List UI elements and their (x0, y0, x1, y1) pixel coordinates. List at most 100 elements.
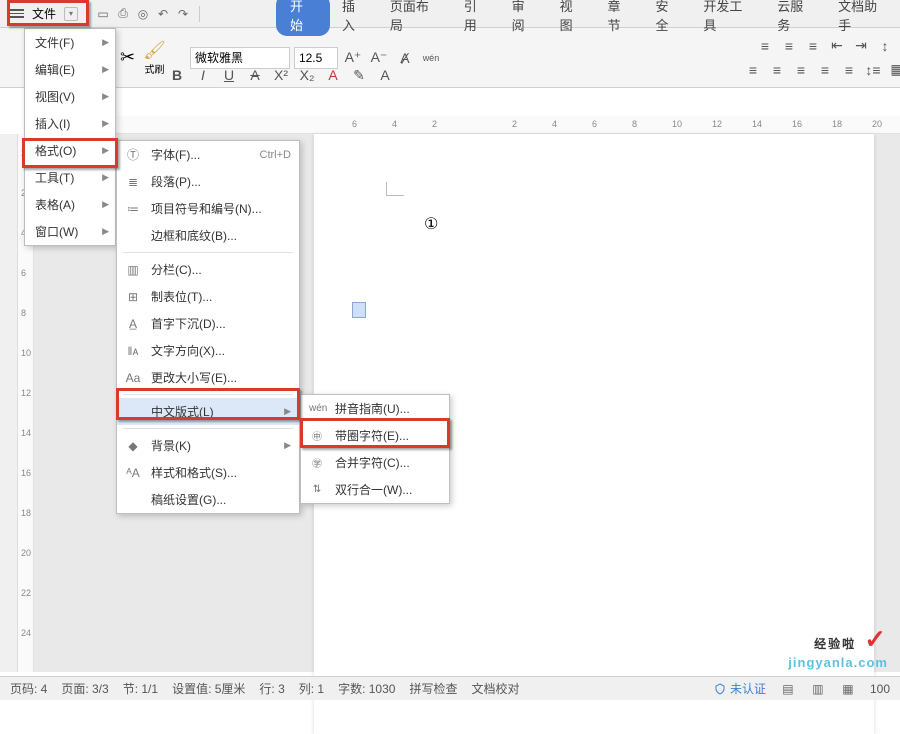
tab-view[interactable]: 视图 (550, 0, 596, 38)
format-menu-item[interactable]: Aa更改大小写(E)... (117, 364, 299, 391)
tab-security[interactable]: 安全 (645, 0, 691, 38)
tab-references[interactable]: 引用 (454, 0, 500, 38)
undo-icon[interactable]: ↶ (155, 6, 171, 22)
format-menu-item[interactable]: Ⓣ字体(F)...Ctrl+D (117, 141, 299, 168)
file-menu-item[interactable]: 表格(A)▶ (25, 191, 115, 218)
status-col[interactable]: 列: 1 (299, 680, 324, 697)
tab-section[interactable]: 章节 (598, 0, 644, 38)
chinese-layout-menu-item[interactable]: wén拼音指南(U)... (301, 395, 449, 422)
ruler-tick: 12 (712, 119, 722, 129)
format-menu-item[interactable]: ◆背景(K)▶ (117, 432, 299, 459)
chinese-layout-menu-item[interactable]: ⇅双行合一(W)... (301, 476, 449, 503)
subscript-icon[interactable]: X₂ (296, 64, 318, 86)
format-menu-item[interactable]: ⊞制表位(T)... (117, 283, 299, 310)
status-words[interactable]: 字数: 1030 (338, 680, 395, 697)
print-icon[interactable]: ⎙ (115, 6, 131, 22)
chinese-layout-submenu: wén拼音指南(U)...㊥带圈字符(E)...㊫合并字符(C)...⇅双行合一… (300, 394, 450, 504)
strike-icon[interactable]: A (244, 64, 266, 86)
align-right-icon[interactable]: ≡ (790, 59, 812, 81)
zoom-control[interactable]: 100 (870, 682, 890, 696)
format-menu-item[interactable]: A̲首字下沉(D)... (117, 310, 299, 337)
shading-icon[interactable]: ▦ (886, 59, 900, 81)
view-mode-web-icon[interactable]: ▦ (840, 681, 856, 697)
phonetic-icon[interactable]: wén (420, 47, 442, 69)
tab-start[interactable]: 开始 (276, 0, 330, 36)
ruler-tick: 12 (21, 388, 31, 398)
app-menu-icon[interactable] (8, 6, 24, 22)
ruler-tick: 4 (392, 119, 397, 129)
font-color-icon[interactable]: A (322, 64, 344, 86)
ruler-tick: 4 (552, 119, 557, 129)
tab-devtools[interactable]: 开发工具 (693, 0, 765, 38)
format-painter-label[interactable]: 式刷 (143, 61, 166, 76)
format-menu-item[interactable]: 中文版式(L)▶ (117, 398, 299, 425)
align-center-icon[interactable]: ≡ (766, 59, 788, 81)
file-menu-label[interactable]: 文件 (32, 5, 56, 22)
file-menu-item[interactable]: 视图(V)▶ (25, 83, 115, 110)
distribute-icon[interactable]: ≡ (838, 59, 860, 81)
status-bar: 页码: 4 页面: 3/3 节: 1/1 设置值: 5厘米 行: 3 列: 1 … (0, 676, 900, 700)
line-spacing-icon[interactable]: ↕≡ (862, 59, 884, 81)
tab-review[interactable]: 审阅 (502, 0, 548, 38)
file-menu-item[interactable]: 工具(T)▶ (25, 164, 115, 191)
format-menu-item[interactable]: ᴬA样式和格式(S)... (117, 459, 299, 486)
circled-number: ① (424, 214, 438, 234)
ruler-tick: 8 (21, 308, 26, 318)
format-menu-item[interactable]: ≔项目符号和编号(N)... (117, 195, 299, 222)
ruler-tick: 16 (792, 119, 802, 129)
align-left-icon[interactable]: ≡ (742, 59, 764, 81)
format-menu-item[interactable]: ≣段落(P)... (117, 168, 299, 195)
tab-doc-assistant[interactable]: 文档助手 (828, 0, 900, 38)
file-menu-item[interactable]: 文件(F)▶ (25, 29, 115, 56)
status-page-no[interactable]: 页码: 4 (10, 680, 47, 697)
underline-icon[interactable]: U (218, 64, 240, 86)
preview-icon[interactable]: ◎ (135, 6, 151, 22)
chinese-layout-menu-item[interactable]: ㊫合并字符(C)... (301, 449, 449, 476)
ruler-tick: 6 (21, 268, 26, 278)
italic-icon[interactable]: I (192, 64, 214, 86)
ruler-tick: 18 (21, 508, 31, 518)
embedded-doc-icon[interactable] (352, 302, 366, 318)
bold-icon[interactable]: B (166, 64, 188, 86)
tab-insert[interactable]: 插入 (332, 0, 378, 38)
status-unauth[interactable]: 未认证 (714, 680, 766, 697)
ruler-tick: 22 (21, 588, 31, 598)
status-line[interactable]: 行: 3 (259, 680, 284, 697)
status-section[interactable]: 节: 1/1 (123, 680, 158, 697)
file-menu-item[interactable]: 编辑(E)▶ (25, 56, 115, 83)
ruler-tick: 10 (21, 348, 31, 358)
menu-separator (123, 252, 293, 253)
check-icon: ✓ (864, 624, 888, 654)
status-spell[interactable]: 拼写检查 (409, 680, 457, 697)
file-menu-item[interactable]: 插入(I)▶ (25, 110, 115, 137)
format-menu-item[interactable]: ▥分栏(C)... (117, 256, 299, 283)
highlight-icon[interactable]: ✎ (348, 64, 370, 86)
chinese-layout-menu-item[interactable]: ㊥带圈字符(E)... (301, 422, 449, 449)
clear-format-icon[interactable]: Ⱥ (394, 47, 416, 69)
format-menu-item[interactable]: ‖ᴀ文字方向(X)... (117, 337, 299, 364)
format-menu-item[interactable]: 边框和底纹(B)... (117, 222, 299, 249)
file-menu-item[interactable]: 窗口(W)▶ (25, 218, 115, 245)
ruler-tick: 20 (21, 548, 31, 558)
status-setvalue[interactable]: 设置值: 5厘米 (172, 680, 245, 697)
ruler-tick: 2 (512, 119, 517, 129)
tab-cloud[interactable]: 云服务 (767, 0, 826, 38)
char-shading-icon[interactable]: A (374, 64, 396, 86)
ruler-tick: 14 (752, 119, 762, 129)
ruler-tick: 6 (592, 119, 597, 129)
status-page[interactable]: 页面: 3/3 (61, 680, 108, 697)
ruler-tick: 24 (21, 628, 31, 638)
format-menu-item[interactable]: 稿纸设置(G)... (117, 486, 299, 513)
file-menu-dropdown-icon[interactable]: ▾ (64, 7, 78, 21)
redo-icon[interactable]: ↷ (175, 6, 191, 22)
view-mode-outline-icon[interactable]: ▥ (810, 681, 826, 697)
view-mode-print-icon[interactable]: ▤ (780, 681, 796, 697)
file-menu-item[interactable]: 格式(O)▶ (25, 137, 115, 164)
save-icon[interactable]: ▭ (95, 6, 111, 22)
status-proof[interactable]: 文档校对 (471, 680, 519, 697)
superscript-icon[interactable]: X² (270, 64, 292, 86)
tab-page-layout[interactable]: 页面布局 (380, 0, 452, 38)
justify-icon[interactable]: ≡ (814, 59, 836, 81)
horizontal-ruler[interactable]: 6422468101214161820 (34, 116, 900, 134)
ruler-tick: 20 (872, 119, 882, 129)
